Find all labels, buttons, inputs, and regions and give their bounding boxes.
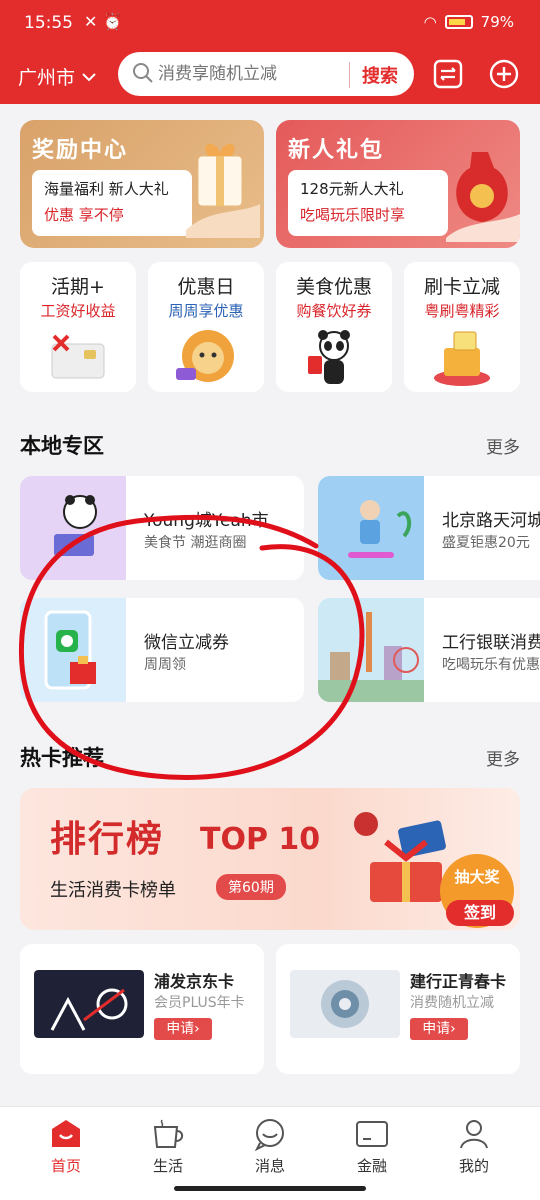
nav-label: 金融: [356, 1157, 387, 1175]
card-name: 建行正青春卡: [410, 972, 507, 991]
city-name: 广州市: [18, 67, 76, 89]
new-user-gift-title: 新人礼包: [288, 138, 385, 163]
gift-cards-illustration: [354, 812, 446, 902]
local-section-more-link[interactable]: 更多: [486, 433, 520, 458]
app-header: 15:55 ✕ ⏰ ◠ 79% 广州市 搜索: [0, 0, 540, 104]
banner-period-badge: 第60期: [216, 874, 286, 900]
local-card-subtitle: 周周领: [144, 657, 186, 673]
feature-title: 美食优惠: [295, 276, 372, 298]
new-user-gift-body: 128元新人大礼 吃喝玩乐限时享: [288, 170, 448, 236]
add-icon[interactable]: [488, 58, 520, 90]
hot-cards-section-title: 热卡推荐: [20, 746, 104, 770]
local-card-wechat-coupon[interactable]: 微信立减券 周周领: [20, 598, 304, 702]
nav-label: 生活: [152, 1157, 183, 1175]
feature-subtitle: 工资好收益: [40, 302, 116, 320]
reward-center-title: 奖励中心: [32, 138, 129, 163]
reward-center-card[interactable]: 奖励中心 海量福利 新人大礼 优惠 享不停: [20, 120, 264, 248]
hot-cards-more-link[interactable]: 更多: [486, 745, 520, 770]
local-card-subtitle: 盛夏钜惠20元: [442, 535, 530, 551]
apply-button[interactable]: 申请›: [154, 1018, 212, 1040]
search-bar[interactable]: 搜索: [118, 52, 414, 96]
banner-headline: 排行榜: [50, 819, 165, 860]
card-description: 会员PLUS年卡: [154, 995, 245, 1011]
nav-label: 我的: [458, 1157, 489, 1175]
nav-home[interactable]: 首页: [26, 1117, 106, 1176]
shopping-box-icon: [434, 331, 490, 386]
bank-card-gift-icon: [51, 334, 105, 379]
card-name: 浦发京东卡: [154, 972, 235, 991]
gift-box-icon: [186, 144, 260, 238]
local-card-title: 北京路天河城: [442, 511, 540, 531]
banner-top-label: TOP 10: [200, 822, 321, 857]
nav-profile[interactable]: 我的: [434, 1117, 514, 1176]
feature-subtitle: 粤刷粤精彩: [424, 302, 500, 320]
status-bar: 15:55 ✕ ⏰ ◠ 79%: [0, 0, 540, 48]
banner-subtitle: 生活消费卡榜单: [50, 880, 176, 901]
feature-subtitle: 购餐饮好券: [296, 302, 372, 320]
nav-label: 首页: [50, 1157, 81, 1175]
local-card-title: 工行银联消费: [442, 633, 540, 653]
chevron-down-icon: [82, 72, 96, 81]
local-card-young-city[interactable]: Young城Yeah市 美食节 潮逛商圈: [20, 476, 304, 580]
new-user-gift-card[interactable]: 新人礼包 128元新人大礼 吃喝玩乐限时享: [276, 120, 520, 248]
new-user-gift-line1: 128元新人大礼: [300, 180, 404, 198]
feature-title: 活期+: [51, 276, 105, 298]
lucky-bag-icon: [446, 152, 520, 242]
checkin-button[interactable]: 签到: [446, 900, 514, 926]
battery-icon: [444, 15, 473, 29]
feature-tile-current-plus[interactable]: 活期+ 工资好收益: [20, 262, 136, 392]
reward-center-body: 海量福利 新人大礼 优惠 享不停: [32, 170, 192, 236]
card-icon: [356, 1121, 388, 1147]
local-card-title: 微信立减券: [144, 633, 229, 653]
spdb-card-image: [34, 970, 144, 1038]
notification-icons: ✕ ⏰: [84, 12, 123, 31]
new-user-gift-line2: 吃喝玩乐限时享: [300, 206, 406, 224]
feature-title: 刷卡立减: [423, 276, 500, 298]
credit-card-spdb-jd[interactable]: 浦发京东卡 会员PLUS年卡 申请›: [20, 944, 264, 1074]
status-time: 15:55: [24, 13, 73, 33]
nav-messages[interactable]: 消息: [230, 1117, 310, 1176]
feature-subtitle: 周周享优惠: [168, 302, 244, 320]
status-right: ◠ 79%: [424, 13, 514, 31]
reward-center-line2: 优惠 享不停: [44, 206, 124, 224]
wifi-icon: ◠: [423, 13, 437, 31]
search-button[interactable]: 搜索: [349, 62, 398, 88]
nav-finance[interactable]: 金融: [332, 1117, 412, 1176]
ranking-banner[interactable]: 排行榜 TOP 10 生活消费卡榜单 第60期 抽大奖 签到: [20, 788, 520, 930]
skateboard-girl-image: [318, 476, 424, 580]
feature-tile-food-deals[interactable]: 美食优惠 购餐饮好券: [276, 262, 392, 392]
home-indicator: [174, 1186, 366, 1191]
home-icon: [52, 1120, 80, 1147]
chat-bubble-icon: [254, 1119, 284, 1151]
local-card-subtitle: 美食节 潮逛商圈: [144, 535, 247, 551]
local-card-title: Young城Yeah市: [144, 511, 269, 531]
ccb-card-image: [290, 970, 400, 1038]
card-description: 消费随机立减: [410, 995, 494, 1011]
nav-label: 消息: [254, 1157, 285, 1175]
panda-mascot-icon: [308, 330, 350, 384]
credit-card-ccb-youth[interactable]: 建行正青春卡 消费随机立减 申请›: [276, 944, 520, 1074]
person-icon: [460, 1120, 488, 1149]
feature-title: 优惠日: [177, 276, 235, 298]
battery-level: 79%: [480, 13, 514, 31]
lion-mascot-icon: [176, 330, 234, 382]
nav-life[interactable]: 生活: [128, 1117, 208, 1176]
local-card-icbc-unionpay[interactable]: 工行银联消费 吃喝玩乐有优惠: [318, 598, 540, 702]
local-section-title: 本地专区: [20, 434, 104, 458]
search-icon: [133, 63, 153, 83]
local-card-beijing-road[interactable]: 北京路天河城 盛夏钜惠20元: [318, 476, 540, 580]
reward-center-line1: 海量福利 新人大礼: [44, 180, 169, 198]
scan-card-icon[interactable]: [432, 58, 464, 90]
city-selector[interactable]: 广州市: [18, 63, 97, 90]
apply-button[interactable]: 申请›: [410, 1018, 468, 1040]
panda-shopping-image: [20, 476, 126, 580]
coffee-cup-icon: [153, 1119, 184, 1148]
wechat-phone-image: [20, 598, 126, 702]
feature-tile-card-discount[interactable]: 刷卡立减 粤刷粤精彩: [404, 262, 520, 392]
city-skyline-image: [318, 598, 424, 702]
feature-tile-discount-day[interactable]: 优惠日 周周享优惠: [148, 262, 264, 392]
search-input[interactable]: [158, 62, 348, 86]
local-card-subtitle: 吃喝玩乐有优惠: [442, 657, 540, 673]
